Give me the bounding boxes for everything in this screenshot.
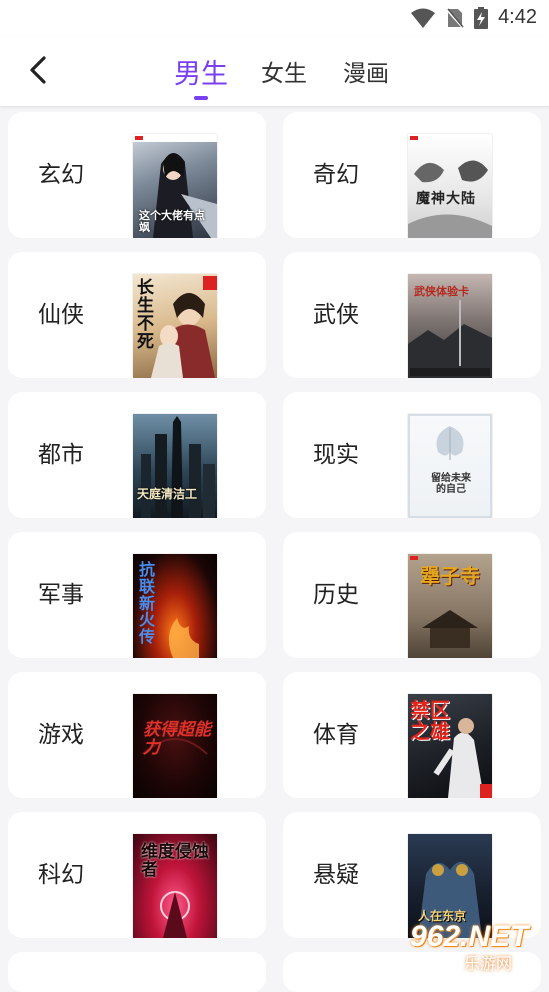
tab-male[interactable]: 男生 [174, 52, 228, 91]
cover-title: 犟子寺 [420, 564, 480, 588]
book-cover: 武侠体验卡 [408, 274, 492, 378]
book-cover: 这个大佬有点飒 [133, 134, 217, 238]
book-cover: 抗联新火传 [133, 554, 217, 658]
book-cover: 天庭清洁工 [133, 414, 217, 518]
watermark-subtitle: 乐游网 [464, 954, 513, 973]
category-label: 武侠 [313, 302, 359, 328]
cover-title: 维度侵蚀者 [141, 842, 209, 880]
cover-title: 武侠体验卡 [414, 285, 469, 298]
book-cover: 留给未来的自己 [408, 414, 492, 518]
book-cover: 禁区之雄 [408, 694, 492, 798]
book-cover: 魔神大陆 [408, 134, 492, 238]
category-card-kehuan[interactable]: 科幻 维度侵蚀者 [8, 812, 266, 938]
category-label: 游戏 [38, 722, 84, 748]
category-label: 历史 [313, 582, 359, 608]
category-label: 现实 [313, 442, 359, 468]
cover-title: 长生不死 [137, 278, 154, 352]
cover-title: 禁区之雄 [410, 698, 450, 743]
category-card-qihuan[interactable]: 奇幻 魔神大陆 [283, 112, 541, 238]
category-card-xianxia[interactable]: 仙侠 长生不死 [8, 252, 266, 378]
cover-title: 魔神大陆 [416, 191, 476, 207]
tab-comics[interactable]: 漫画 [343, 54, 389, 88]
cover-title: 获得超能力 [143, 720, 211, 758]
category-card-xuanhuan[interactable]: 玄幻 这个大佬有点飒 [8, 112, 266, 238]
category-label: 奇幻 [313, 162, 359, 188]
category-card-youxi[interactable]: 游戏 获得超能力 [8, 672, 266, 798]
cover-art [141, 416, 215, 518]
book-cover: 维度侵蚀者 [133, 834, 217, 938]
cover-title: 抗联新火传 [139, 560, 156, 647]
category-card-xianshi[interactable]: 现实 留给未来的自己 [283, 392, 541, 518]
category-label: 军事 [38, 582, 84, 608]
book-cover: 获得超能力 [133, 694, 217, 798]
book-cover: 犟子寺 [408, 554, 492, 658]
status-bar: 4:42 [0, 0, 549, 36]
wifi-icon [411, 8, 436, 28]
book-cover: 长生不死 [133, 274, 217, 378]
status-time: 4:42 [498, 6, 537, 28]
cover-art [408, 136, 492, 238]
no-sim-icon [446, 8, 464, 29]
top-nav-bar: 男生 女生 漫画 [0, 36, 549, 107]
tab-female[interactable]: 女生 [261, 54, 307, 88]
active-tab-indicator [194, 96, 208, 100]
category-label: 玄幻 [38, 162, 84, 188]
category-card-tiyu[interactable]: 体育 禁区之雄 [283, 672, 541, 798]
status-icons: 4:42 [410, 6, 537, 29]
watermark-logo: 962.NET [410, 920, 529, 953]
cover-title: 留给未来的自己 [431, 473, 471, 495]
category-label: 悬疑 [313, 862, 359, 888]
category-label: 科幻 [38, 862, 84, 888]
category-card-wuxia[interactable]: 武侠 武侠体验卡 [283, 252, 541, 378]
cover-title: 这个大佬有点飒 [139, 209, 205, 234]
gender-tabs: 男生 女生 漫画 [0, 36, 549, 106]
category-card-partial[interactable] [8, 952, 266, 992]
category-label: 仙侠 [38, 302, 84, 328]
cover-art [408, 414, 492, 518]
site-watermark: 962.NET 乐游网 [410, 920, 544, 974]
category-label: 都市 [38, 442, 84, 468]
category-card-lishi[interactable]: 历史 犟子寺 [283, 532, 541, 658]
category-label: 体育 [313, 722, 359, 748]
battery-charging-icon [474, 6, 489, 29]
cover-title: 天庭清洁工 [137, 487, 198, 501]
category-card-dushi[interactable]: 都市 天庭清洁工 [8, 392, 266, 518]
category-card-junshi[interactable]: 军事 抗联新火传 [8, 532, 266, 658]
